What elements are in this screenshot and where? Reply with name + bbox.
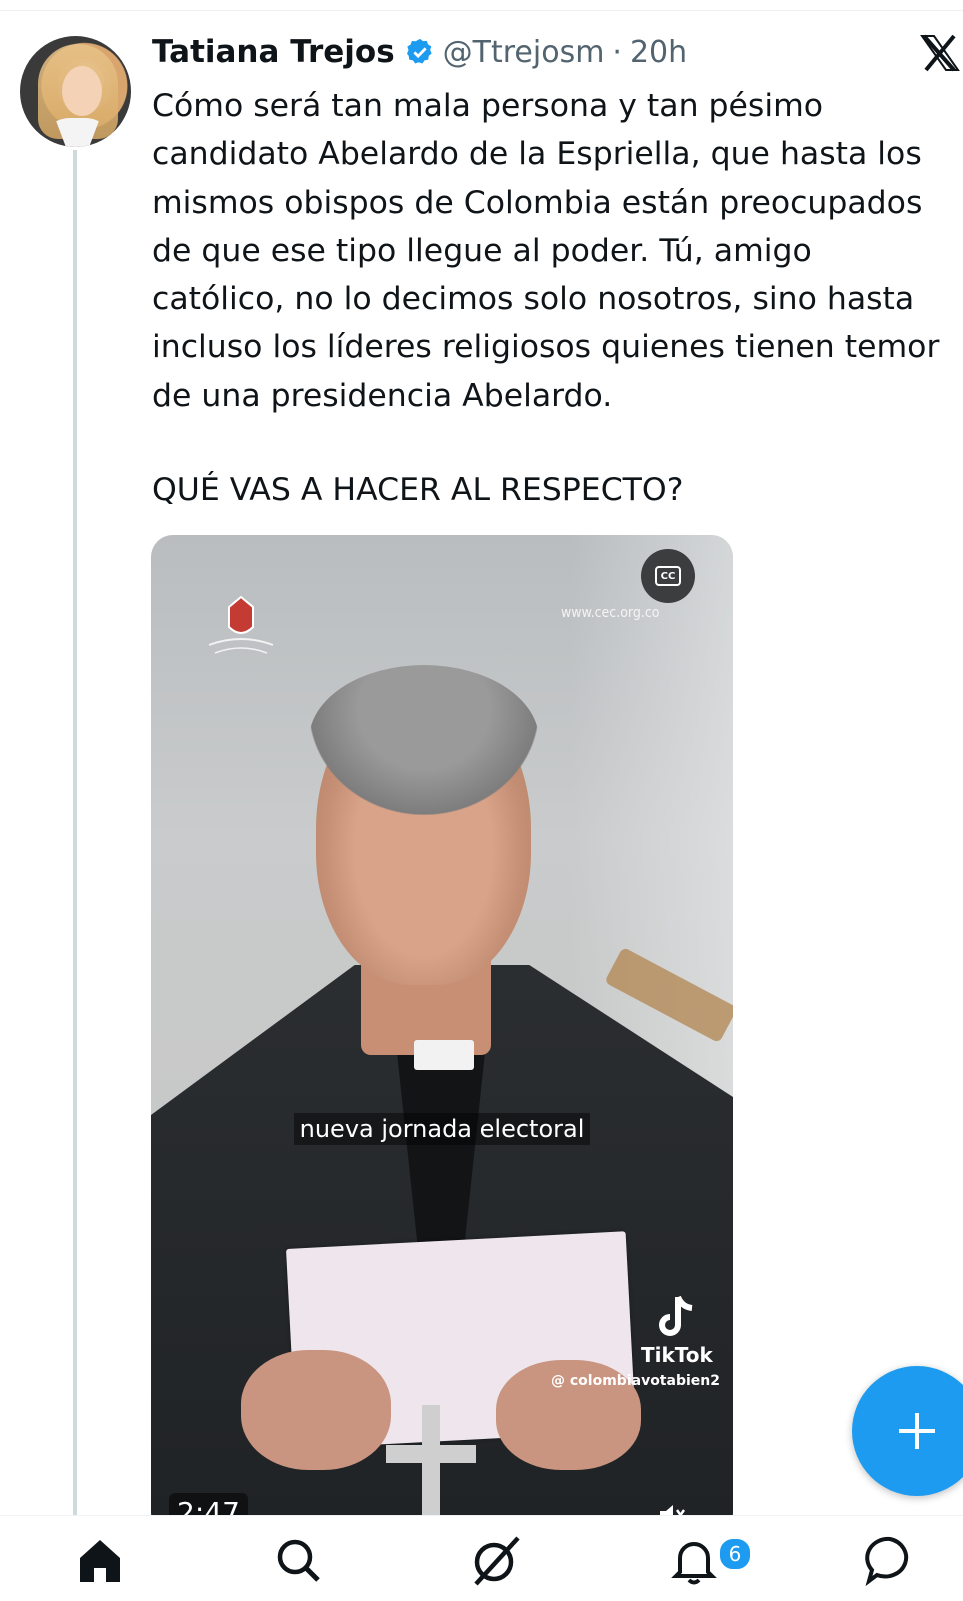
top-divider	[0, 10, 963, 11]
clerical-collar	[414, 1040, 474, 1070]
author-name[interactable]: Tatiana Trejos	[152, 34, 395, 70]
tweet-question: QUÉ VAS A HACER AL RESPECTO?	[152, 472, 684, 508]
tweet-time[interactable]: 20h	[630, 35, 687, 70]
x-logo-icon	[920, 34, 960, 72]
tweet-header: Tatiana Trejos @Ttrejosm · 20h	[152, 32, 687, 72]
video-player[interactable]: www.cec.org.co CC nueva jornada electora…	[151, 535, 733, 1535]
messages-icon	[865, 1536, 909, 1587]
separator-dot: ·	[612, 34, 622, 70]
nav-messages[interactable]	[860, 1530, 920, 1590]
tiktok-username: @ colombiavotabien2	[551, 1373, 720, 1389]
grok-icon	[474, 1536, 520, 1586]
episcopal-crest-icon	[208, 595, 274, 654]
tweet-text-line: de una presidencia Abelardo.	[152, 377, 613, 414]
bottom-nav	[0, 1515, 963, 1601]
tweet-text-line: candidato Abelardo de la Espriella, que …	[152, 136, 922, 173]
closed-captions-button[interactable]: CC	[641, 549, 695, 603]
search-icon	[277, 1539, 320, 1582]
tweet-text-line: de que ese tipo llegue al poder. Tú, ami…	[152, 232, 812, 269]
avatar[interactable]	[20, 36, 131, 147]
compose-button[interactable]	[852, 1366, 963, 1496]
notifications-icon	[671, 1542, 717, 1585]
verified-badge-icon	[406, 38, 432, 64]
notification-badge: 6	[718, 1537, 752, 1571]
tweet-text-line: incluso los líderes religiosos quienes t…	[152, 329, 940, 366]
tweet-text-line: mismos obispos de Colombia están preocup…	[152, 184, 923, 221]
tweet-text: Cómo será tan mala persona y tan pésimo …	[152, 82, 963, 420]
author-handle[interactable]: @Ttrejosm	[443, 35, 605, 70]
tiktok-logo-icon	[659, 1295, 693, 1336]
nav-home[interactable]	[70, 1530, 130, 1590]
tweet-text-line: católico, no lo decimos solo nosotros, s…	[152, 281, 915, 318]
tweet-text-line: Cómo será tan mala persona y tan pésimo	[152, 88, 824, 124]
thread-line	[73, 150, 77, 1515]
plus-icon	[899, 1413, 935, 1449]
home-icon	[80, 1540, 120, 1582]
cc-icon: CC	[655, 566, 681, 586]
video-caption: nueva jornada electoral	[151, 1113, 733, 1145]
watermark-url: www.cec.org.co	[561, 605, 660, 621]
nav-search[interactable]	[268, 1530, 328, 1590]
tiktok-label: TikTok	[641, 1343, 713, 1367]
nav-notifications[interactable]	[664, 1530, 724, 1590]
nav-grok[interactable]	[466, 1530, 526, 1590]
